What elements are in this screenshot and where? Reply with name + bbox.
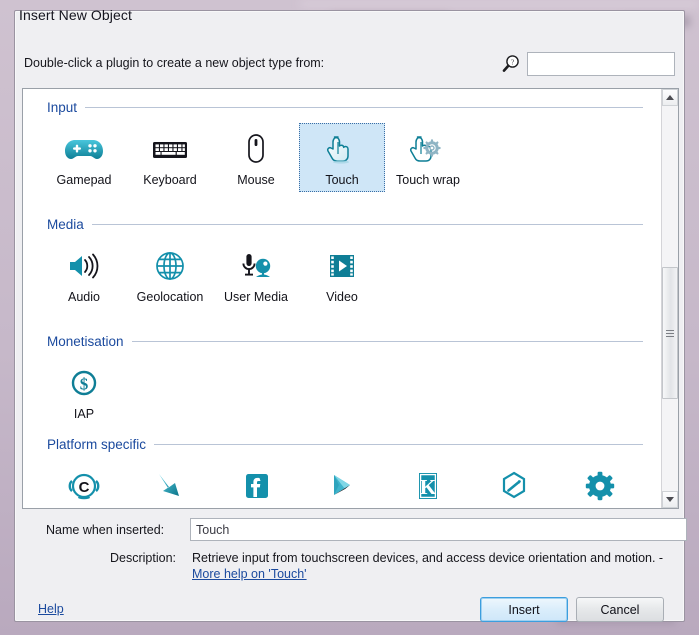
instruction-text: Double-click a plugin to create a new ob… — [24, 56, 325, 70]
plugin-item-audio[interactable]: Audio — [41, 240, 127, 309]
title-bar: Insert New Object — [1, 1, 699, 33]
plugin-item-cocoon[interactable]: C — [41, 460, 127, 508]
more-help-link[interactable]: More help on 'Touch' — [192, 567, 307, 581]
plugin-item-user-media[interactable]: User Media — [213, 240, 299, 309]
scrollbar-thumb[interactable] — [662, 267, 678, 399]
section-title: Monetisation — [47, 333, 124, 349]
help-link[interactable]: Help — [38, 602, 64, 616]
section-items: C K — [23, 460, 661, 508]
section-items: Audio Geolocation User Media Video — [23, 240, 661, 309]
gear-icon — [580, 465, 620, 507]
plugin-item-settings[interactable] — [557, 460, 643, 508]
svg-text:$: $ — [80, 375, 89, 394]
mic-webcam-icon — [236, 245, 276, 287]
plugin-item-label: Touch — [325, 173, 359, 187]
section-monetisation: Monetisation $ IAP — [23, 331, 661, 426]
kongregate-k-icon: K — [408, 465, 448, 507]
globe-icon — [150, 245, 190, 287]
plugin-item-label: Keyboard — [143, 173, 197, 187]
plugin-item-label: Mouse — [237, 173, 275, 187]
plugin-item-kongregate[interactable]: K — [385, 460, 471, 508]
svg-text:C: C — [79, 479, 90, 496]
search-area: ? — [501, 52, 675, 76]
section-input: Input Gamepad Keyboard Mouse Touch Touch… — [23, 97, 661, 192]
plugin-item-facebook[interactable] — [213, 460, 299, 508]
cocoon-c-icon: C — [64, 465, 104, 507]
gamepad-icon — [64, 128, 104, 170]
plugin-item-video[interactable]: Video — [299, 240, 385, 309]
plugin-item-label: Audio — [68, 290, 100, 304]
plugin-item-hexagon[interactable] — [471, 460, 557, 508]
section-header: Media — [23, 214, 661, 234]
film-play-icon — [322, 245, 362, 287]
description-text: Retrieve input from touchscreen devices,… — [192, 551, 664, 565]
name-input[interactable] — [190, 518, 687, 541]
scroll-down-button[interactable] — [662, 491, 678, 508]
section-items: $ IAP — [23, 357, 661, 426]
scroll-up-button[interactable] — [662, 89, 678, 106]
mouse-icon — [236, 128, 276, 170]
section-divider — [154, 443, 643, 445]
section-divider — [131, 340, 643, 342]
section-title: Platform specific — [47, 436, 147, 452]
hexagon-icon — [494, 465, 534, 507]
insert-button[interactable]: Insert — [480, 597, 568, 622]
section-divider — [91, 223, 643, 225]
plugin-item-arrow[interactable] — [127, 460, 213, 508]
plugin-item-label: Gamepad — [56, 173, 112, 187]
keyboard-icon — [150, 128, 190, 170]
name-label: Name when inserted: — [46, 523, 165, 537]
arrow-down-icon — [150, 465, 190, 507]
plugin-item-label: Touch wrap — [396, 173, 460, 187]
section-platform-specific: Platform specific C K — [23, 434, 661, 508]
grip-icon — [666, 328, 674, 339]
plugin-item-google-play[interactable] — [299, 460, 385, 508]
plugin-item-label: Geolocation — [136, 290, 204, 304]
dialog-title: Insert New Object — [19, 7, 132, 23]
plugin-item-label: Video — [326, 290, 358, 304]
plugin-list-scrollbar[interactable] — [661, 89, 678, 508]
plugin-item-geolocation[interactable]: Geolocation — [127, 240, 213, 309]
plugin-item-label: User Media — [224, 290, 288, 304]
section-items: Gamepad Keyboard Mouse Touch Touch wrap — [23, 123, 661, 192]
plugin-list-scroll-content: Input Gamepad Keyboard Mouse Touch Touch… — [23, 89, 661, 508]
speaker-icon — [64, 245, 104, 287]
description-label: Description: — [110, 551, 176, 565]
insert-new-object-dialog: Insert New Object Double-click a plugin … — [14, 7, 687, 622]
plugin-list-panel[interactable]: Input Gamepad Keyboard Mouse Touch Touch… — [22, 88, 679, 509]
touch-wrap-icon — [408, 128, 448, 170]
section-media: Media Audio Geolocation User Media Video — [23, 214, 661, 309]
cancel-button[interactable]: Cancel — [576, 597, 664, 622]
touch-icon — [322, 128, 362, 170]
svg-text:K: K — [420, 475, 437, 499]
section-header: Input — [23, 97, 661, 117]
search-input[interactable] — [527, 52, 675, 76]
plugin-item-label: IAP — [73, 407, 95, 421]
dollar-coin-icon: $ — [64, 362, 104, 404]
section-title: Media — [47, 216, 84, 232]
section-title: Input — [47, 99, 78, 115]
plugin-item-iap[interactable]: $ IAP — [41, 357, 127, 426]
plugin-item-mouse[interactable]: Mouse — [213, 123, 299, 192]
google-play-icon — [322, 465, 362, 507]
facebook-icon — [236, 465, 276, 507]
plugin-item-touch-wrap[interactable]: Touch wrap — [385, 123, 471, 192]
section-header: Monetisation — [23, 331, 661, 351]
section-header: Platform specific — [23, 434, 661, 454]
plugin-item-gamepad[interactable]: Gamepad — [41, 123, 127, 192]
description-text-block: Retrieve input from touchscreen devices,… — [192, 550, 692, 582]
section-divider — [85, 106, 643, 108]
plugin-item-keyboard[interactable]: Keyboard — [127, 123, 213, 192]
plugin-item-touch[interactable]: Touch — [299, 123, 385, 192]
chevron-up-icon — [666, 95, 674, 100]
search-help-icon[interactable]: ? — [501, 54, 521, 74]
chevron-down-icon — [666, 497, 674, 502]
